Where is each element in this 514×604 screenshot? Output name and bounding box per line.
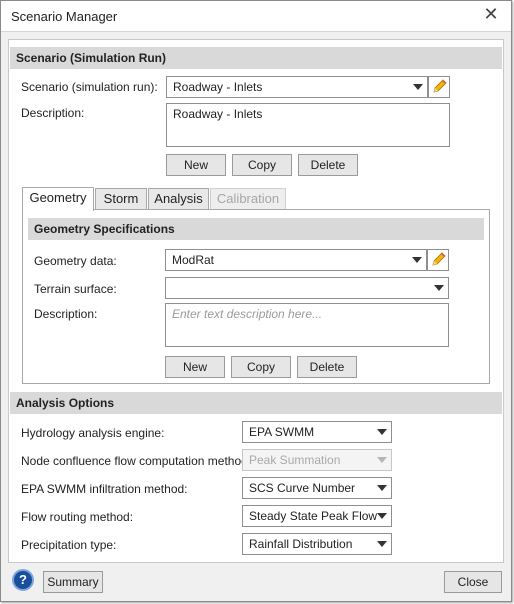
infiltration-method-label: EPA SWMM infiltration method: [21,482,188,496]
precipitation-type-label: Precipitation type: [21,538,117,552]
tab-analysis[interactable]: Analysis [148,188,209,210]
chevron-down-icon [377,485,387,491]
geometry-data-select[interactable]: ModRat [165,249,427,271]
help-icon[interactable]: ? [12,569,34,591]
close-icon[interactable]: ✕ [481,5,501,25]
precipitation-type-value: Rainfall Distribution [249,537,353,551]
chevron-down-icon [413,84,423,90]
flow-routing-label: Flow routing method: [21,510,134,524]
edit-scenario-button[interactable] [428,76,450,98]
scenario-description-label: Description: [21,106,85,120]
geometry-delete-button[interactable]: Delete [297,356,357,378]
tab-calibration: Calibration [210,188,286,210]
geometry-data-label: Geometry data: [34,254,117,268]
scenario-select-value: Roadway - Inlets [173,80,263,94]
scenario-section-header: Scenario (Simulation Run) [10,47,502,69]
scenario-delete-button[interactable]: Delete [298,154,358,176]
scenario-label: Scenario (simulation run): [21,80,158,94]
terrain-surface-select[interactable] [165,277,449,299]
title-bar: Scenario Manager ✕ [1,1,511,32]
flow-routing-value: Steady State Peak Flow [249,509,378,523]
infiltration-method-value: SCS Curve Number [249,481,356,495]
chevron-down-icon [377,429,387,435]
geometry-tab-panel: Geometry Specifications Geometry data: M… [22,209,490,384]
chevron-down-icon [412,257,422,263]
pencil-icon [432,252,446,266]
chevron-down-icon [434,285,444,291]
analysis-section-header: Analysis Options [10,392,502,414]
scenario-description-field[interactable]: Roadway - Inlets [166,103,450,147]
tab-storm[interactable]: Storm [95,188,147,210]
chevron-down-icon [377,541,387,547]
flow-routing-select[interactable]: Steady State Peak Flow [242,505,392,527]
hydrology-engine-select[interactable]: EPA SWMM [242,421,392,443]
node-confluence-label: Node confluence flow computation method: [21,454,252,468]
chevron-down-icon [377,457,387,463]
tab-geometry[interactable]: Geometry [22,187,94,211]
precipitation-type-select[interactable]: Rainfall Distribution [242,533,392,555]
geometry-data-value: ModRat [172,253,215,267]
edit-geometry-button[interactable] [427,249,449,271]
infiltration-method-select[interactable]: SCS Curve Number [242,477,392,499]
hydrology-engine-label: Hydrology analysis engine: [21,426,165,440]
scenario-manager-window: Scenario Manager ✕ Scenario (Simulation … [0,0,512,602]
scenario-select[interactable]: Roadway - Inlets [166,76,428,98]
node-confluence-select: Peak Summation [242,449,392,471]
geometry-section-header: Geometry Specifications [28,218,484,240]
pencil-icon [433,79,447,93]
geometry-description-label: Description: [34,307,98,321]
main-panel: Scenario (Simulation Run) Scenario (simu… [8,39,504,563]
close-button[interactable]: Close [444,571,502,593]
summary-button[interactable]: Summary [43,571,103,593]
hydrology-engine-value: EPA SWMM [249,425,315,439]
node-confluence-value: Peak Summation [249,453,341,467]
terrain-surface-label: Terrain surface: [34,282,117,296]
geometry-copy-button[interactable]: Copy [231,356,291,378]
scenario-copy-button[interactable]: Copy [232,154,292,176]
scenario-new-button[interactable]: New [166,154,226,176]
geometry-description-field[interactable]: Enter text description here... [165,303,449,347]
window-title: Scenario Manager [11,9,118,24]
geometry-new-button[interactable]: New [165,356,225,378]
chevron-down-icon [377,513,387,519]
